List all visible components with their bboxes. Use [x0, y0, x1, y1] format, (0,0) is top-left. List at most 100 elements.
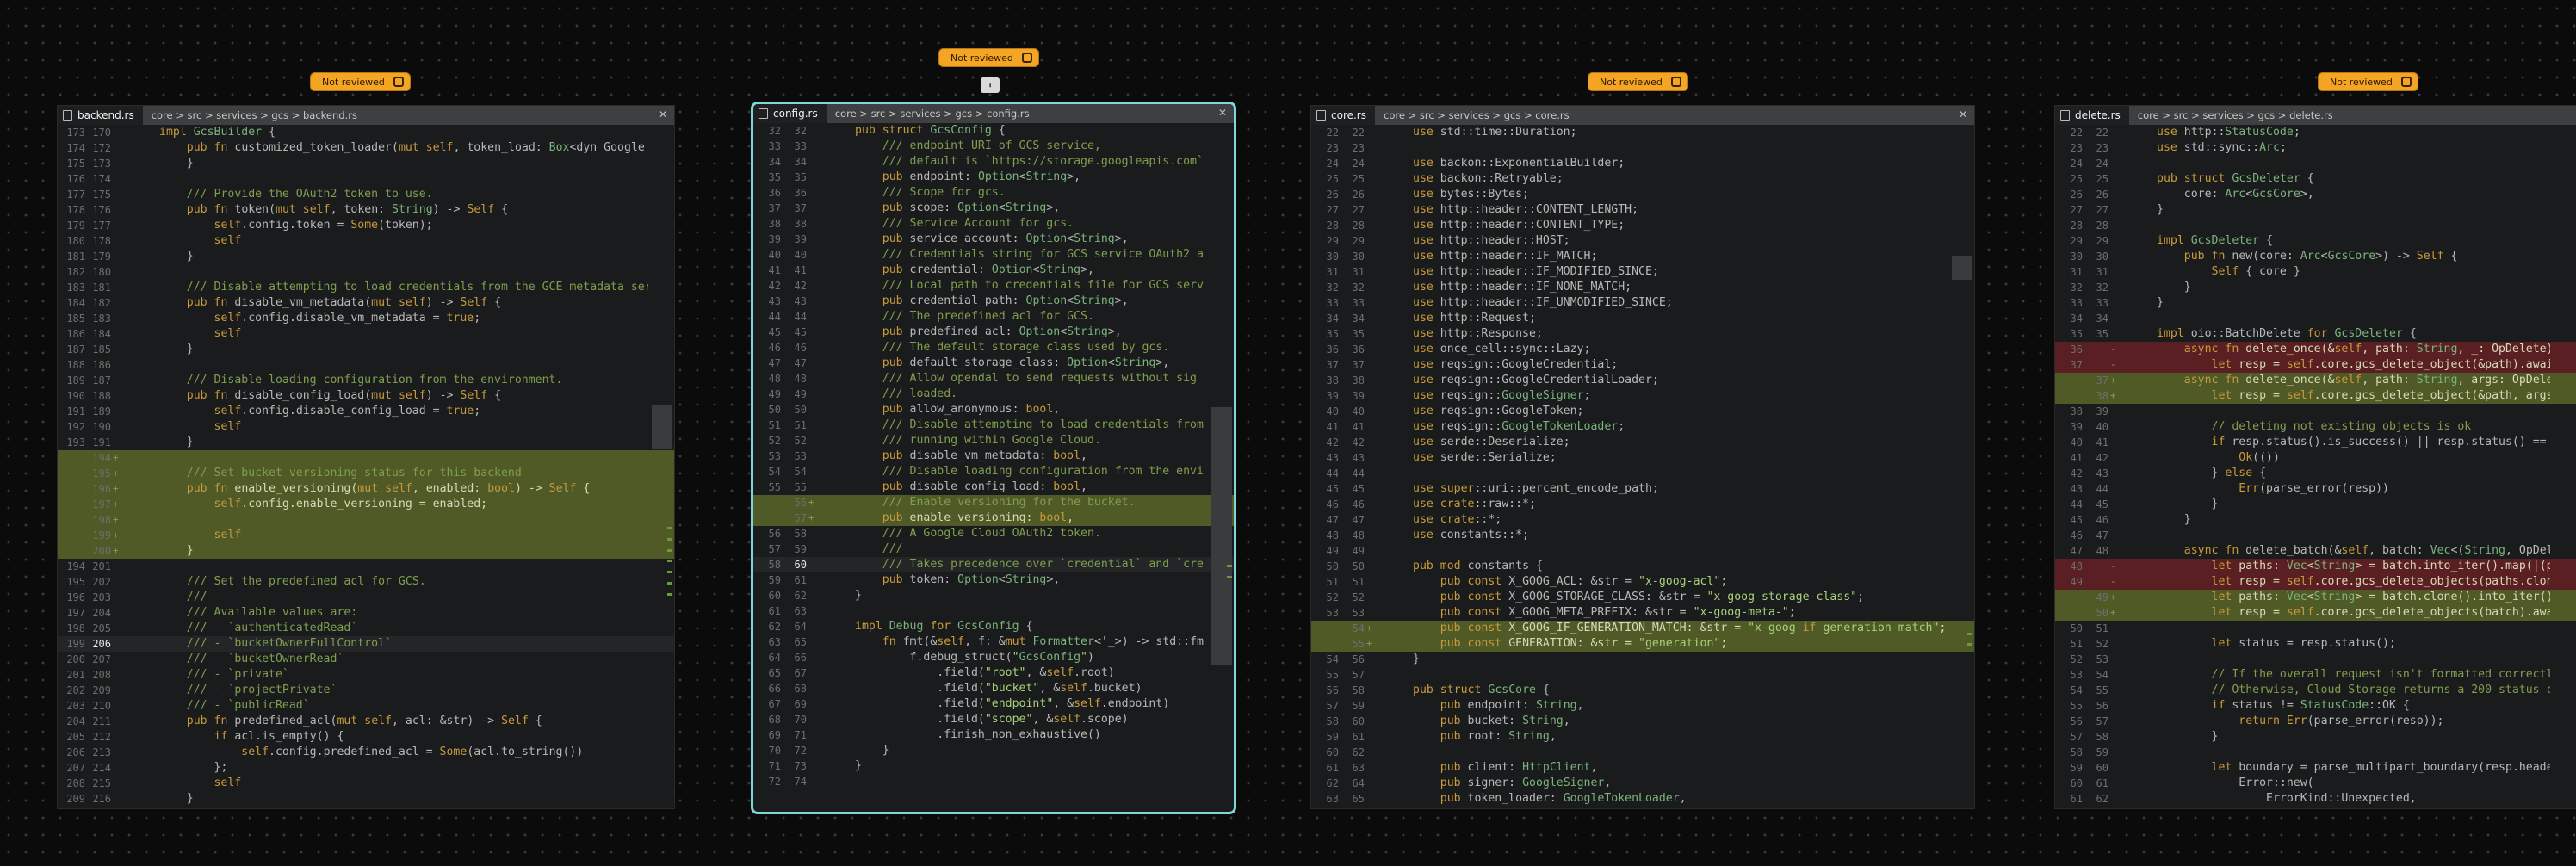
- removed-line[interactable]: 37 - let resp = self.core.gcs_delete_obje…: [2055, 357, 2576, 373]
- code-line[interactable]: 25 25 pub struct GcsDeleter {: [2055, 171, 2576, 187]
- code-line[interactable]: 62 64 pub signer: GoogleSigner,: [1311, 776, 1974, 791]
- code-line[interactable]: 32 32 pub struct GcsConfig {: [753, 123, 1234, 139]
- code-line[interactable]: 28 28: [2055, 218, 2576, 233]
- code-line[interactable]: 53 53 pub const X_GOOG_META_PREFIX: &str …: [1311, 605, 1974, 621]
- added-line[interactable]: 199 + self: [58, 528, 674, 543]
- code-line[interactable]: 23 23: [1311, 140, 1974, 156]
- code-line[interactable]: 47 47 use crate::*;: [1311, 512, 1974, 528]
- code-line[interactable]: 195 202 /// Set the predefined acl for GC…: [58, 574, 674, 590]
- code-line[interactable]: 45 45 pub predefined_acl: Option<String>,: [753, 325, 1234, 340]
- code-line[interactable]: 56 58 /// A Google Cloud OAuth2 token.: [753, 526, 1234, 541]
- code-line[interactable]: 33 33 /// endpoint URI of GCS service,: [753, 139, 1234, 154]
- added-line[interactable]: 200 + }: [58, 543, 674, 559]
- code-line[interactable]: 34 34 /// default is `https://storage.goo…: [753, 154, 1234, 170]
- code-line[interactable]: 183 181 /// Disable attempting to load cr…: [58, 280, 674, 295]
- code-line[interactable]: 199 206 /// - `bucketOwnerFullControl`: [58, 636, 674, 652]
- code-line[interactable]: 24 24: [2055, 156, 2576, 171]
- code-line[interactable]: 27 27}: [2055, 202, 2576, 218]
- code-line[interactable]: 29 29 use http::header::HOST;: [1311, 233, 1974, 249]
- added-line[interactable]: 56 + /// Enable versioning for the bucket…: [753, 495, 1234, 510]
- code-line[interactable]: 38 38 use reqsign::GoogleCredentialLoader;: [1311, 373, 1974, 388]
- code-line[interactable]: 6466 pub token: Option<String>,: [1311, 807, 1974, 808]
- code-line[interactable]: 54 54 /// Disable loading configuration f…: [753, 464, 1234, 479]
- code-line[interactable]: 65 67 .field("root", &self.root): [753, 665, 1234, 681]
- code-line[interactable]: 207 214 };: [58, 760, 674, 776]
- code-line[interactable]: 197 204 /// Available values are:: [58, 605, 674, 621]
- code-line[interactable]: 57 58 }: [2055, 729, 2576, 745]
- code-line[interactable]: 43 43 use serde::Serialize;: [1311, 450, 1974, 466]
- code-line[interactable]: 200 207 /// - `bucketOwnerRead`: [58, 652, 674, 667]
- code-line[interactable]: 57 59 ///: [753, 541, 1234, 557]
- code-line[interactable]: 58 59: [2055, 745, 2576, 760]
- code-line[interactable]: 50 50 pub mod constants {: [1311, 559, 1974, 574]
- code-line[interactable]: 184 182 pub fn disable_vm_metadata(mut se…: [58, 295, 674, 311]
- code-line[interactable]: 50 51: [2055, 621, 2576, 636]
- code-line[interactable]: 34 34: [2055, 311, 2576, 326]
- removed-line[interactable]: 49 - let resp = self.core.gcs_delete_obje…: [2055, 574, 2576, 590]
- code-line[interactable]: 42 42 /// Local path to credentials file …: [753, 278, 1234, 294]
- file-tab[interactable]: backend.rs: [58, 106, 143, 125]
- not-reviewed-toggle-core[interactable]: Not reviewed: [1588, 72, 1688, 91]
- code-line[interactable]: 205 212 if acl.is_empty() {: [58, 729, 674, 745]
- code-line[interactable]: 52 52 /// running within Google Cloud.: [753, 433, 1234, 448]
- code-line[interactable]: 192 190 self: [58, 419, 674, 435]
- code-line[interactable]: 53 53 pub disable_vm_metadata: bool,: [753, 448, 1234, 464]
- scroll-thumb[interactable]: [1211, 407, 1232, 665]
- code-line[interactable]: 54 56}: [1311, 652, 1974, 667]
- code-line[interactable]: 46 46 /// The default storage class used …: [753, 340, 1234, 356]
- scrollbar[interactable]: [1950, 125, 1974, 808]
- code-line[interactable]: 41 41 pub credential: Option<String>,: [753, 263, 1234, 278]
- added-line[interactable]: 50 + let resp = self.core.gcs_delete_obje…: [2055, 605, 2576, 621]
- code-line[interactable]: 30 30 pub fn new(core: Arc<GcsCore>) -> S…: [2055, 249, 2576, 264]
- code-line[interactable]: 185 183 self.config.disable_vm_metadata =…: [58, 311, 674, 326]
- code-line[interactable]: 50 50 pub allow_anonymous: bool,: [753, 402, 1234, 418]
- editor-panel-config[interactable]: config.rs core > src > services > gcs > …: [751, 102, 1236, 814]
- added-line[interactable]: 197 + self.config.enable_versioning = ena…: [58, 497, 674, 512]
- code-line[interactable]: 179 177 self.config.token = Some(token);: [58, 218, 674, 233]
- added-line[interactable]: 38 + let resp = self.core.gcs_delete_obje…: [2055, 388, 2576, 404]
- code-line[interactable]: 47 47 pub default_storage_class: Option<S…: [753, 356, 1234, 371]
- code-line[interactable]: 49 49 /// loaded.: [753, 387, 1234, 402]
- code-line[interactable]: 60 62}: [753, 588, 1234, 603]
- code-line[interactable]: 40 41 if resp.status().is_success() || re…: [2055, 435, 2576, 450]
- code-line[interactable]: 25 25 use backon::Retryable;: [1311, 171, 1974, 187]
- code-line[interactable]: 68 70 .field("scope", &self.scope): [753, 712, 1234, 727]
- code-line[interactable]: 35 35 pub endpoint: Option<String>,: [753, 170, 1234, 185]
- code-line[interactable]: 180 178 self: [58, 233, 674, 249]
- file-tab[interactable]: config.rs: [753, 104, 827, 123]
- not-reviewed-toggle-backend[interactable]: Not reviewed: [310, 72, 411, 91]
- removed-line[interactable]: 36 - async fn delete_once(&self, path: St…: [2055, 342, 2576, 357]
- code-line[interactable]: 38 39: [2055, 404, 2576, 419]
- code-line[interactable]: 62 64 impl Debug for GcsConfig {: [753, 619, 1234, 634]
- code-line[interactable]: 48 48 use constants::*;: [1311, 528, 1974, 543]
- code-area[interactable]: 32 32 pub struct GcsConfig {33 33 /// endpo…: [753, 123, 1234, 812]
- code-line[interactable]: 55 55 pub disable_config_load: bool,: [753, 479, 1234, 495]
- code-line[interactable]: 182 180: [58, 264, 674, 280]
- code-line[interactable]: 193 191 }: [58, 435, 674, 450]
- not-reviewed-toggle-delete[interactable]: Not reviewed: [2318, 72, 2418, 91]
- code-line[interactable]: 51 51 pub const X_GOOG_ACL: &str = "x-goo…: [1311, 574, 1974, 590]
- code-line[interactable]: 36 36 /// Scope for gcs.: [753, 185, 1234, 201]
- code-line[interactable]: 45 46 }: [2055, 512, 2576, 528]
- code-line[interactable]: 30 30 use http::header::IF_MATCH;: [1311, 249, 1974, 264]
- code-line[interactable]: 40 40 /// Credentials string for GCS serv…: [753, 247, 1234, 263]
- code-line[interactable]: 33 33}: [2055, 295, 2576, 311]
- code-line[interactable]: 54 55 // Otherwise, Cloud Storage returns…: [2055, 683, 2576, 698]
- code-line[interactable]: 43 43 pub credential_path: Option<String>…: [753, 294, 1234, 309]
- code-line[interactable]: 41 41 use reqsign::GoogleTokenLoader;: [1311, 419, 1974, 435]
- added-line[interactable]: 196 + pub fn enable_versioning(mut self, …: [58, 481, 674, 497]
- code-line[interactable]: 26 26 use bytes::Bytes;: [1311, 187, 1974, 202]
- code-line[interactable]: 37 37 pub scope: Option<String>,: [753, 201, 1234, 216]
- removed-line[interactable]: 48 - let paths: Vec<String> = batch.into_…: [2055, 559, 2576, 574]
- code-line[interactable]: 202 209 /// - `projectPrivate`: [58, 683, 674, 698]
- code-line[interactable]: 35 35 use http::Response;: [1311, 326, 1974, 342]
- code-line[interactable]: 46 46 use crate::raw::*;: [1311, 497, 1974, 512]
- code-line[interactable]: 190 188 pub fn disable_config_load(mut se…: [58, 388, 674, 404]
- code-line[interactable]: 51 51 /// Disable attempting to load cred…: [753, 418, 1234, 433]
- code-line[interactable]: 39 40 // deleting not existing objects is…: [2055, 419, 2576, 435]
- code-line[interactable]: 35 35 impl oio::BatchDelete for GcsDeleter…: [2055, 326, 2576, 342]
- code-line[interactable]: 208 215 self: [58, 776, 674, 791]
- code-line[interactable]: 203 210 /// - `publicRead`: [58, 698, 674, 714]
- code-line[interactable]: 41 42 Ok(()): [2055, 450, 2576, 466]
- code-line[interactable]: 204 211 pub fn predefined_acl(mut self, a…: [58, 714, 674, 729]
